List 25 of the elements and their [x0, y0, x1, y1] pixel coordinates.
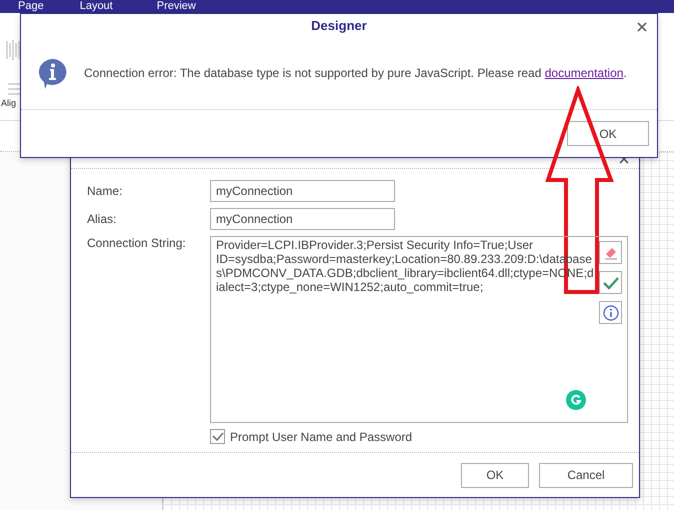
checkbox-label: Prompt User Name and Password [230, 430, 412, 444]
alert-title: Designer [311, 18, 367, 33]
checkbox[interactable] [210, 429, 225, 444]
info-button[interactable] [599, 301, 622, 324]
dialog-button[interactable]: OK [461, 462, 529, 488]
input-field[interactable]: myConnection [210, 208, 395, 230]
dialog-button[interactable]: Cancel [539, 462, 633, 488]
field-label: Alias: [87, 212, 118, 226]
clear-button[interactable] [599, 241, 622, 264]
field-label: Connection String: [87, 236, 187, 250]
input-field[interactable]: myConnection [210, 180, 395, 202]
documentation-link[interactable]: documentation [544, 66, 624, 80]
close-icon[interactable] [637, 22, 647, 32]
test-button[interactable] [599, 271, 622, 294]
info-icon [602, 304, 618, 320]
menu-item[interactable]: Page [18, 0, 44, 12]
menu-item[interactable]: Preview [156, 0, 196, 12]
grammarly-icon[interactable] [566, 390, 586, 410]
checkmark-icon [602, 276, 618, 290]
menu-item[interactable]: Layout [80, 0, 113, 12]
info-icon [37, 57, 69, 89]
toolbar-label[interactable]: Alig [1, 98, 16, 108]
ok-button[interactable]: OK [567, 121, 649, 146]
error-message: Connection error: The database type is not supported by pure JavaScript. Please read documentation. [84, 66, 627, 80]
field-label: Name: [87, 184, 124, 198]
